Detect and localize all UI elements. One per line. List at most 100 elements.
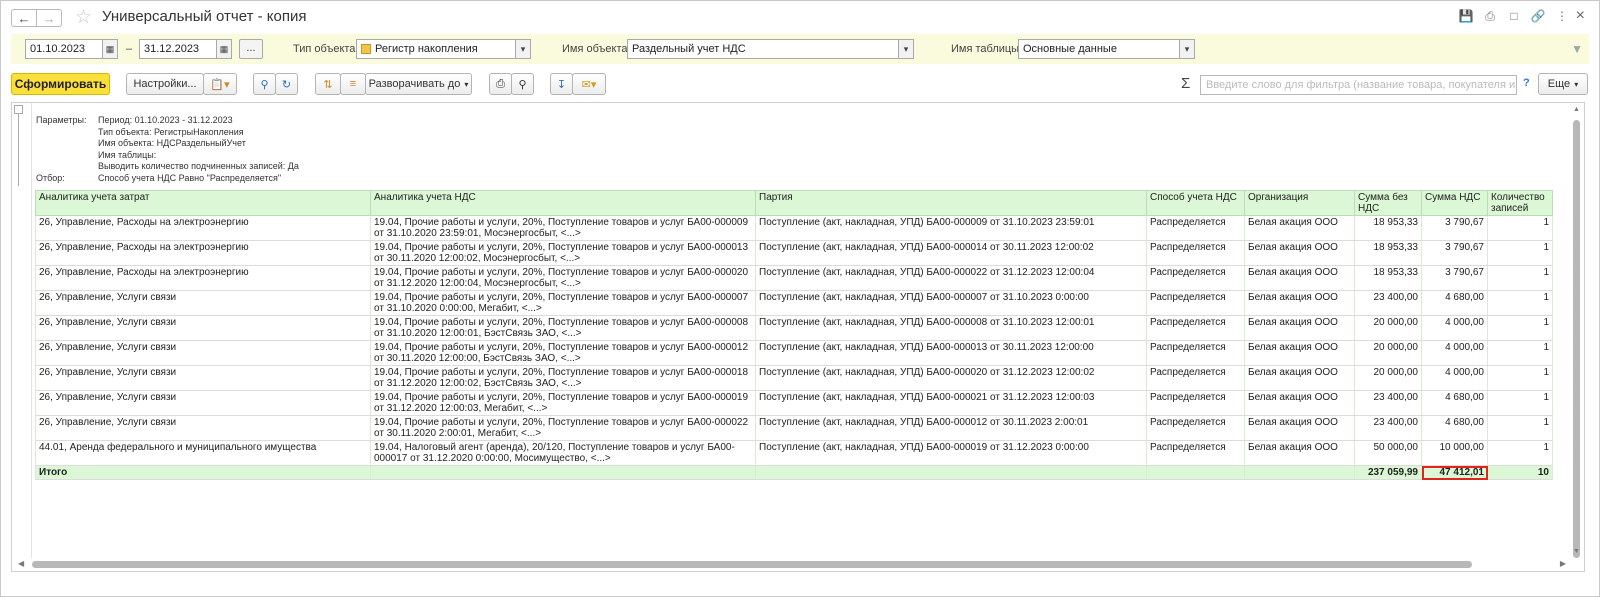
table-cell[interactable]: Белая акация ООО xyxy=(1244,340,1355,366)
table-cell[interactable]: 18 953,33 xyxy=(1354,240,1422,266)
print-icon[interactable]: ⎙ xyxy=(1483,9,1497,23)
table-cell[interactable]: Распределяется xyxy=(1146,315,1245,341)
table-cell[interactable]: Белая акация ООО xyxy=(1244,290,1355,316)
table-cell[interactable]: 50 000,00 xyxy=(1354,440,1422,466)
date-to-field[interactable]: 31.12.2023 xyxy=(139,39,217,59)
table-cell[interactable]: 4 680,00 xyxy=(1421,290,1488,316)
horizontal-scrollbar[interactable]: ◀ ▶ xyxy=(12,558,1584,571)
table-cell[interactable]: 1 xyxy=(1487,365,1553,391)
table-cell[interactable]: 26, Управление, Услуги связи xyxy=(35,365,371,391)
table-cell[interactable]: 4 000,00 xyxy=(1421,315,1488,341)
variants-button[interactable]: 📋▾ xyxy=(203,73,237,95)
table-cell[interactable]: Поступление (акт, накладная, УПД) БА00-0… xyxy=(755,440,1147,466)
filter-search-input[interactable]: Введите слово для фильтра (название това… xyxy=(1200,75,1517,95)
table-cell[interactable]: 3 790,67 xyxy=(1421,240,1488,266)
table-row[interactable]: 44.01, Аренда федерального и муниципальн… xyxy=(35,440,1553,466)
table-cell[interactable]: 19.04, Прочие работы и услуги, 20%, Пост… xyxy=(370,365,756,391)
table-cell[interactable]: 1 xyxy=(1487,315,1553,341)
total-vat-sum[interactable]: 47 412,01 xyxy=(1421,465,1488,480)
table-cell[interactable]: 26, Управление, Услуги связи xyxy=(35,315,371,341)
table-cell[interactable]: 23 400,00 xyxy=(1354,390,1422,416)
scroll-left-icon[interactable]: ◀ xyxy=(18,559,24,568)
save-icon[interactable]: 💾 xyxy=(1459,9,1474,23)
table-cell[interactable]: Распределяется xyxy=(1146,290,1245,316)
link-icon[interactable]: 🔗 xyxy=(1531,9,1546,23)
settings-button[interactable]: Настройки... xyxy=(126,73,204,95)
filter-icon[interactable]: ▼ xyxy=(1571,42,1583,56)
table-cell[interactable]: 1 xyxy=(1487,415,1553,441)
table-cell[interactable]: Поступление (акт, накладная, УПД) БА00-0… xyxy=(755,315,1147,341)
table-cell[interactable]: 3 790,67 xyxy=(1421,215,1488,241)
scroll-up-icon[interactable]: ▲ xyxy=(1573,106,1580,113)
table-cell[interactable]: 1 xyxy=(1487,340,1553,366)
table-cell[interactable]: 20 000,00 xyxy=(1354,365,1422,391)
table-cell[interactable]: 19.04, Прочие работы и услуги, 20%, Пост… xyxy=(370,290,756,316)
column-header[interactable]: Аналитика учета затрат xyxy=(35,190,371,216)
table-cell[interactable]: 19.04, Прочие работы и услуги, 20%, Пост… xyxy=(370,315,756,341)
table-cell[interactable]: 19.04, Налоговый агент (аренда), 20/120,… xyxy=(370,440,756,466)
table-cell[interactable]: 26, Управление, Услуги связи xyxy=(35,290,371,316)
table-cell[interactable]: 3 790,67 xyxy=(1421,265,1488,291)
table-cell[interactable]: Белая акация ООО xyxy=(1244,390,1355,416)
scroll-right-icon[interactable]: ▶ xyxy=(1560,559,1566,568)
table-cell[interactable]: 26, Управление, Услуги связи xyxy=(35,415,371,441)
column-header[interactable]: Организация xyxy=(1244,190,1355,216)
table-cell[interactable]: Белая акация ООО xyxy=(1244,365,1355,391)
table-row[interactable]: 26, Управление, Услуги связи 19.04, Прочи… xyxy=(35,390,1553,416)
group-button[interactable]: ≡ xyxy=(340,73,366,95)
vertical-scrollbar[interactable]: ▲ ▼ xyxy=(1570,103,1584,571)
table-row[interactable]: 26, Управление, Расходы на электроэнерги… xyxy=(35,265,1553,291)
forward-button[interactable]: → xyxy=(36,9,62,27)
preview-icon[interactable]: □ xyxy=(1507,9,1521,23)
calendar-from-button[interactable]: ▦ xyxy=(102,39,118,59)
total-label[interactable]: Итого xyxy=(35,465,371,480)
table-cell[interactable]: 26, Управление, Услуги связи xyxy=(35,390,371,416)
vertical-scroll-thumb[interactable] xyxy=(1573,120,1580,558)
table-cell[interactable]: Распределяется xyxy=(1146,415,1245,441)
table-cell[interactable]: 1 xyxy=(1487,265,1553,291)
find-next-button[interactable]: ↻ xyxy=(275,73,298,95)
table-cell[interactable]: Поступление (акт, накладная, УПД) БА00-0… xyxy=(755,390,1147,416)
sum-icon[interactable]: Σ xyxy=(1181,75,1190,92)
report-area[interactable]: Параметры: Период: 01.10.2023 - 31.12.202… xyxy=(11,102,1585,572)
table-row[interactable]: 26, Управление, Расходы на электроэнерги… xyxy=(35,215,1553,241)
total-count[interactable]: 10 xyxy=(1487,465,1553,480)
table-cell[interactable]: 19.04, Прочие работы и услуги, 20%, Пост… xyxy=(370,390,756,416)
send-button[interactable]: ✉▾ xyxy=(572,73,606,95)
table-cell[interactable]: Поступление (акт, накладная, УПД) БА00-0… xyxy=(755,215,1147,241)
object-name-dropdown-button[interactable]: ▾ xyxy=(898,39,914,59)
table-row[interactable]: 26, Управление, Услуги связи 19.04, Прочи… xyxy=(35,290,1553,316)
table-cell[interactable]: 1 xyxy=(1487,390,1553,416)
total-sum-without-vat[interactable]: 237 059,99 xyxy=(1354,465,1422,480)
table-cell[interactable]: 23 400,00 xyxy=(1354,290,1422,316)
column-header[interactable]: Количество записей xyxy=(1487,190,1553,216)
table-cell[interactable]: Распределяется xyxy=(1146,240,1245,266)
calendar-to-button[interactable]: ▦ xyxy=(216,39,232,59)
column-header[interactable]: Способ учета НДС xyxy=(1146,190,1245,216)
save-button[interactable]: ↧ xyxy=(550,73,573,95)
help-icon[interactable]: ? xyxy=(1523,77,1530,89)
table-cell[interactable]: 23 400,00 xyxy=(1354,415,1422,441)
table-name-select[interactable]: Основные данные xyxy=(1018,39,1180,59)
table-cell[interactable]: 1 xyxy=(1487,290,1553,316)
table-cell[interactable]: 18 953,33 xyxy=(1354,215,1422,241)
table-cell[interactable]: 4 680,00 xyxy=(1421,390,1488,416)
table-cell[interactable]: 26, Управление, Расходы на электроэнерги… xyxy=(35,265,371,291)
object-type-select[interactable]: Регистр накопления xyxy=(356,39,516,59)
table-cell[interactable]: Распределяется xyxy=(1146,390,1245,416)
column-header[interactable]: Сумма НДС xyxy=(1421,190,1488,216)
table-cell[interactable]: 26, Управление, Расходы на электроэнерги… xyxy=(35,215,371,241)
favorite-star-icon[interactable]: ☆ xyxy=(75,6,92,29)
table-name-dropdown-button[interactable]: ▾ xyxy=(1179,39,1195,59)
more-button[interactable]: Еще ▾ xyxy=(1538,73,1588,95)
back-button[interactable]: ← xyxy=(11,9,37,27)
table-row[interactable]: 26, Управление, Услуги связи 19.04, Прочи… xyxy=(35,365,1553,391)
table-cell[interactable]: 1 xyxy=(1487,440,1553,466)
table-cell[interactable]: Белая акация ООО xyxy=(1244,240,1355,266)
column-header[interactable]: Сумма без НДС xyxy=(1354,190,1422,216)
table-cell[interactable]: Белая акация ООО xyxy=(1244,415,1355,441)
period-select-button[interactable]: ... xyxy=(239,39,263,59)
expand-to-button[interactable]: Разворачивать до ▾ xyxy=(365,73,472,95)
table-row[interactable]: 26, Управление, Услуги связи 19.04, Прочи… xyxy=(35,340,1553,366)
table-cell[interactable]: 1 xyxy=(1487,240,1553,266)
